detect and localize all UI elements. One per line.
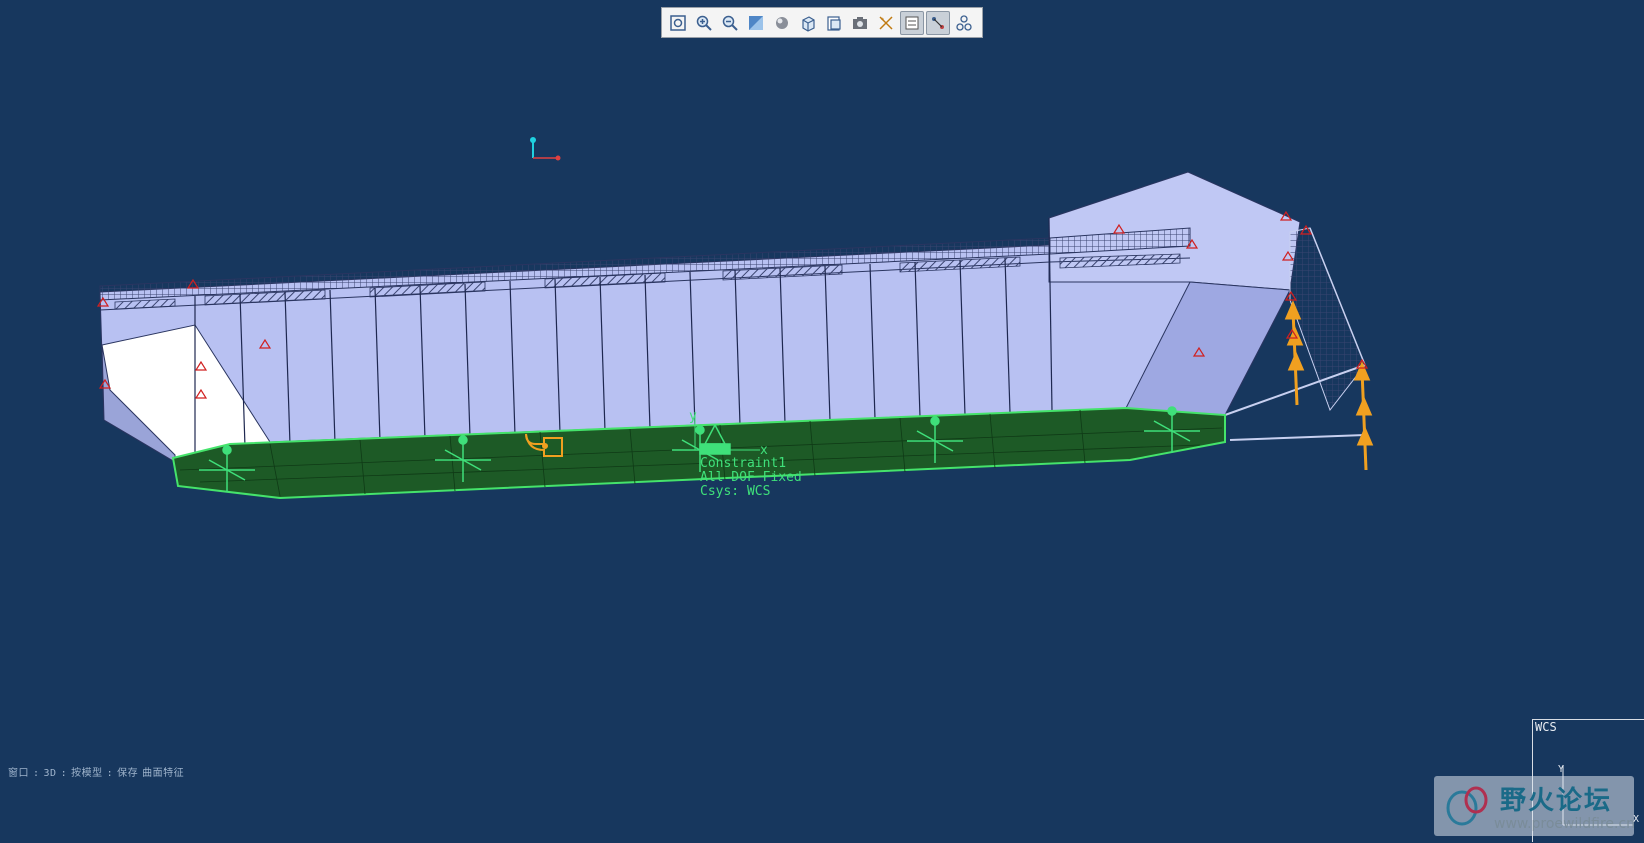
refit-icon (670, 14, 686, 31)
constraint-label-line2: All DOF Fixed (700, 470, 802, 485)
graphics-viewport[interactable]: y x Constraint1 All DOF Fixed Csys: WCS (0, 0, 1644, 842)
spin-center-button[interactable] (926, 10, 950, 35)
constraint-label-line3: Csys: WCS (700, 484, 770, 499)
snapshot-button[interactable] (848, 11, 872, 35)
spin-center-icon (932, 16, 944, 29)
annotation-display-icon (905, 16, 919, 29)
zoom-out-icon (722, 15, 738, 31)
annotation-display-button[interactable] (900, 10, 924, 35)
status-bar: 窗口:3D: 按模型: 保存 曲面特征 (8, 764, 188, 779)
shading-icon (776, 16, 788, 29)
repaint-icon (749, 15, 763, 30)
status-item: : (106, 768, 114, 779)
zoom-in-icon (696, 15, 712, 31)
model-tree-display-button[interactable] (952, 11, 976, 35)
svg-text:y: y (689, 409, 697, 424)
status-item: : (60, 768, 68, 779)
saved-views-icon (827, 15, 841, 31)
stern-mesh-panel (1289, 227, 1366, 412)
model-tree-display-icon (956, 14, 972, 31)
status-item: 曲面特征 (142, 768, 185, 779)
datum-display-button[interactable]: * (874, 11, 898, 35)
watermark-logo-icon (1446, 786, 1488, 826)
view-orientation-button[interactable] (796, 11, 820, 35)
view-toolbar: * (661, 7, 983, 38)
saved-views-button[interactable] (822, 11, 846, 35)
refit-button[interactable] (666, 11, 690, 35)
status-item: 3D (43, 768, 57, 779)
status-item: 保存 (117, 768, 139, 779)
zoom-in-button[interactable] (692, 11, 716, 35)
repaint-button[interactable] (744, 11, 768, 35)
watermark-url: www.proewildfire.cn (1494, 816, 1636, 832)
view-orientation-icon (802, 15, 815, 32)
shading-button[interactable] (770, 11, 794, 35)
status-item: : (33, 768, 40, 779)
constraint-label-line1: Constraint1 (700, 456, 786, 471)
snapshot-icon (853, 16, 867, 29)
datum-display-icon: * (879, 15, 893, 30)
wcs-y-label: Y (1558, 764, 1564, 775)
status-item: 按模型 (71, 768, 103, 779)
model-triad (530, 137, 561, 161)
svg-text:*: * (881, 17, 884, 24)
status-item: 窗口 (8, 768, 29, 779)
watermark-text: 野火论坛 (1500, 786, 1613, 816)
forum-watermark: 野火论坛 www.proewildfire.cn (1434, 776, 1636, 836)
zoom-out-button[interactable] (718, 11, 742, 35)
